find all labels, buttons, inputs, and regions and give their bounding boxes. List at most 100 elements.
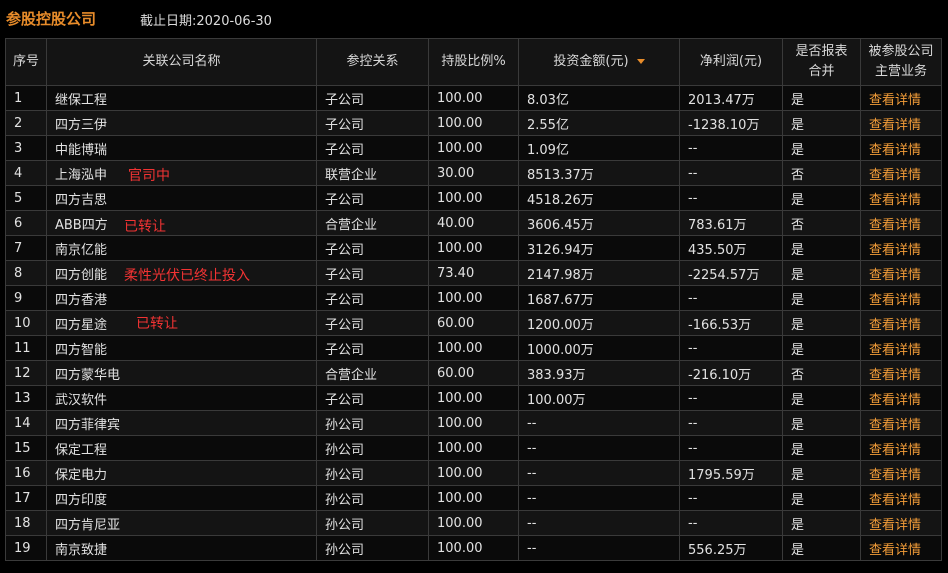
view-details-link[interactable]: 查看详情 [860,535,942,561]
table-row: 7 南京亿能 子公司 100.00 3126.94万 435.50万是查看详情 [5,235,942,261]
cell-profit: 2013.47万 [679,85,783,111]
cell-company-name: 武汉软件 [46,385,317,411]
annotation-transferred-xingtu: 已转让 [136,316,178,332]
cell-profit: -- [679,435,783,461]
sort-desc-icon[interactable] [636,59,645,64]
view-details-link[interactable]: 查看详情 [860,385,942,411]
cell-consolidated: 是 [782,435,861,461]
col-header-profit[interactable]: 净利润(元) [679,38,783,86]
col-header-relation[interactable]: 参控关系 [316,38,429,86]
table-row: 3 中能博瑞 子公司 100.00 1.09亿 -- 是查看详情 [5,135,942,161]
cell-share: 100.00 [428,335,519,361]
cell-investment: 1000.00万 [518,335,680,361]
col-header-investment[interactable]: 投资金额(元) [518,38,680,86]
cell-investment: -- [518,435,680,461]
cell-profit: -- [679,135,783,161]
view-details-link[interactable]: 查看详情 [860,85,942,111]
view-details-link[interactable]: 查看详情 [860,460,942,486]
cell-share: 73.40 [428,260,519,286]
cell-index: 19 [5,535,47,561]
table-row: 9 四方香港 子公司 100.00 1687.67万 -- 是查看详情 [5,285,942,311]
col-header-investment-label: 投资金额(元) [553,54,629,69]
cell-profit: -- [679,185,783,211]
annotation-pv-terminated: 柔性光伏已终止投入 [124,268,250,284]
col-header-business: 被参股公司 主营业务 [860,38,942,86]
cell-relation: 合营企业 [316,360,429,386]
cell-profit: 783.61万 [679,210,783,236]
cell-company-name: 四方肯尼亚 [46,510,317,536]
cell-index: 1 [5,85,47,111]
cell-investment: 8513.37万 [518,160,680,186]
cell-relation: 子公司 [316,135,429,161]
cell-investment: 8.03亿 [518,85,680,111]
cell-company-name: 四方吉思 [46,185,317,211]
cell-investment: -- [518,460,680,486]
view-details-link[interactable]: 查看详情 [860,310,942,336]
cell-company-name: 四方菲律宾 [46,410,317,436]
col-header-business-line2: 主营业务 [874,64,927,79]
col-header-name[interactable]: 关联公司名称 [46,38,317,86]
view-details-link[interactable]: 查看详情 [860,485,942,511]
view-details-link[interactable]: 查看详情 [860,160,942,186]
view-details-link[interactable]: 查看详情 [860,335,942,361]
table-row: 14 四方菲律宾 孙公司 100.00 -- -- 是查看详情 [5,410,942,436]
cell-index: 16 [5,460,47,486]
cell-relation: 孙公司 [316,435,429,461]
cell-consolidated: 是 [782,110,861,136]
cell-consolidated: 否 [782,160,861,186]
cell-investment: 4518.26万 [518,185,680,211]
view-details-link[interactable]: 查看详情 [860,260,942,286]
cell-investment: 100.00万 [518,385,680,411]
cell-relation: 孙公司 [316,510,429,536]
cell-investment: 2147.98万 [518,260,680,286]
cell-consolidated: 是 [782,410,861,436]
cell-consolidated: 是 [782,85,861,111]
cell-company-name: 四方智能 [46,335,317,361]
cell-share: 100.00 [428,485,519,511]
cell-share: 100.00 [428,460,519,486]
col-header-consolidated[interactable]: 是否报表 合并 [782,38,861,86]
cell-company-name: 四方蒙华电 [46,360,317,386]
cell-index: 9 [5,285,47,311]
table-row: 19 南京致捷 孙公司 100.00 -- 556.25万是查看详情 [5,535,942,561]
col-header-business-line1: 被参股公司 [868,44,934,59]
view-details-link[interactable]: 查看详情 [860,135,942,161]
cell-consolidated: 是 [782,510,861,536]
cell-consolidated: 是 [782,235,861,261]
cell-relation: 子公司 [316,285,429,311]
view-details-link[interactable]: 查看详情 [860,360,942,386]
cell-profit: -- [679,510,783,536]
cell-company-name: 四方星途 [46,310,317,336]
cell-index: 2 [5,110,47,136]
col-header-share[interactable]: 持股比例% [428,38,519,86]
view-details-link[interactable]: 查看详情 [860,510,942,536]
cell-profit: -166.53万 [679,310,783,336]
cell-share: 100.00 [428,410,519,436]
cell-company-name: 南京亿能 [46,235,317,261]
section-title: 参股控股公司 [6,10,97,28]
view-details-link[interactable]: 查看详情 [860,285,942,311]
view-details-link[interactable]: 查看详情 [860,410,942,436]
col-header-consolidated-line1: 是否报表 [795,44,848,59]
cell-investment: 1.09亿 [518,135,680,161]
col-header-index[interactable]: 序号 [5,38,47,86]
header-bar: 参股控股公司 截止日期:2020-06-30 [0,0,948,36]
cell-company-name: ABB四方 [46,210,317,236]
cell-share: 100.00 [428,85,519,111]
view-details-link[interactable]: 查看详情 [860,210,942,236]
cell-relation: 子公司 [316,310,429,336]
cell-share: 60.00 [428,310,519,336]
cell-share: 100.00 [428,185,519,211]
view-details-link[interactable]: 查看详情 [860,110,942,136]
view-details-link[interactable]: 查看详情 [860,435,942,461]
cell-company-name: 保定电力 [46,460,317,486]
table-row: 12 四方蒙华电 合营企业 60.00 383.93万 -216.10万否查看详情 [5,360,942,386]
cell-share: 100.00 [428,235,519,261]
cell-consolidated: 否 [782,360,861,386]
table-header-row: 序号 关联公司名称 参控关系 持股比例% 投资金额(元) 净利润(元) 是否报表… [5,38,942,86]
table-row: 16 保定电力 孙公司 100.00 -- 1795.59万是查看详情 [5,460,942,486]
cell-consolidated: 否 [782,210,861,236]
view-details-link[interactable]: 查看详情 [860,185,942,211]
view-details-link[interactable]: 查看详情 [860,235,942,261]
cell-relation: 子公司 [316,385,429,411]
